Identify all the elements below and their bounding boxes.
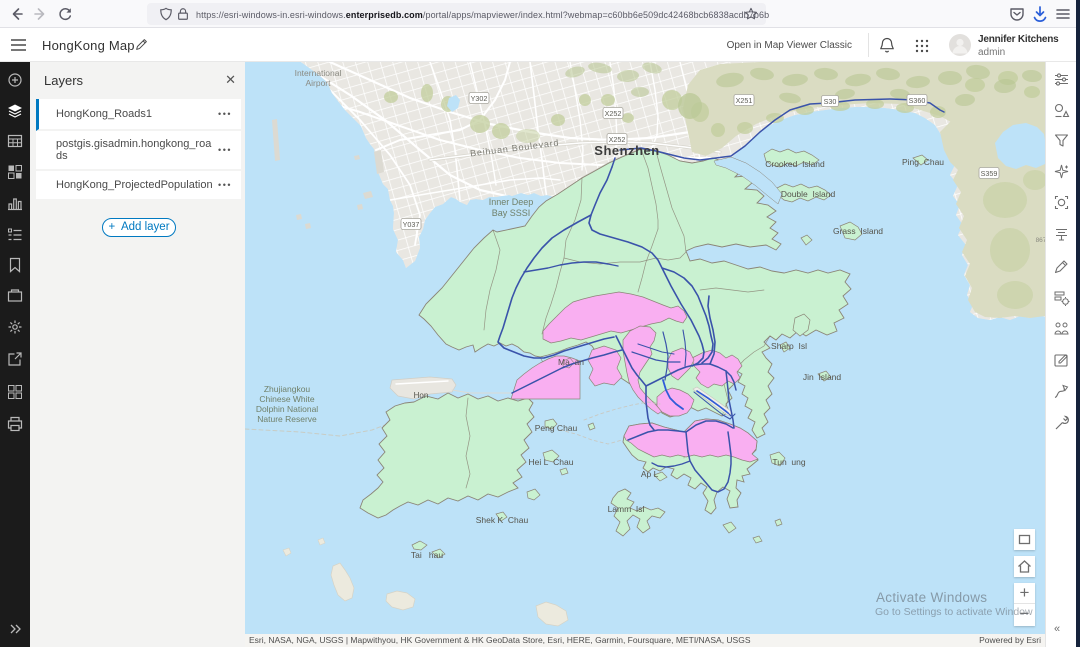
svg-text:X252: X252 bbox=[605, 109, 622, 118]
svg-text:S359: S359 bbox=[981, 169, 998, 178]
svg-text:Dolphin National: Dolphin National bbox=[256, 404, 318, 414]
svg-text:Ap L: Ap L bbox=[641, 469, 663, 479]
svg-text:Inner Deep: Inner Deep bbox=[489, 197, 534, 207]
svg-text:Tai hau: Tai hau bbox=[411, 550, 443, 560]
svg-text:Peng Chau: Peng Chau bbox=[535, 423, 578, 433]
svg-text:Double Island: Double Island bbox=[781, 189, 836, 199]
svg-text:867: 867 bbox=[1036, 237, 1045, 244]
svg-text:Y302: Y302 bbox=[471, 94, 488, 103]
svg-text:Jin Island: Jin Island bbox=[803, 372, 842, 382]
svg-text:X251: X251 bbox=[736, 96, 753, 105]
svg-text:Lamm Isl: Lamm Isl bbox=[608, 504, 645, 514]
svg-text:Chinese White: Chinese White bbox=[259, 394, 315, 404]
svg-text:S30: S30 bbox=[824, 97, 837, 106]
svg-text:Shenzhen: Shenzhen bbox=[594, 143, 659, 158]
svg-text:S360: S360 bbox=[909, 96, 926, 105]
svg-text:Hei L Chau: Hei L Chau bbox=[529, 457, 574, 467]
svg-text:Hon: Hon bbox=[414, 391, 429, 400]
svg-text:Bay SSSI: Bay SSSI bbox=[492, 208, 531, 218]
svg-text:Shek K Chau: Shek K Chau bbox=[476, 515, 529, 525]
svg-text:Zhujiangkou: Zhujiangkou bbox=[264, 384, 311, 394]
svg-text:Airport: Airport bbox=[305, 78, 331, 88]
svg-text:Crooked Island: Crooked Island bbox=[765, 159, 825, 169]
svg-text:Ping Chau: Ping Chau bbox=[902, 157, 944, 167]
svg-text:Tun ung: Tun ung bbox=[772, 457, 806, 467]
svg-text:Y037: Y037 bbox=[403, 220, 420, 229]
svg-text:Grass Island: Grass Island bbox=[833, 226, 883, 236]
svg-text:Ma an: Ma an bbox=[558, 357, 584, 367]
svg-text:Sharp Isl: Sharp Isl bbox=[771, 341, 807, 351]
svg-text:X252: X252 bbox=[609, 135, 626, 144]
svg-text:Nature Reserve: Nature Reserve bbox=[257, 414, 317, 424]
svg-text:International: International bbox=[295, 68, 342, 78]
